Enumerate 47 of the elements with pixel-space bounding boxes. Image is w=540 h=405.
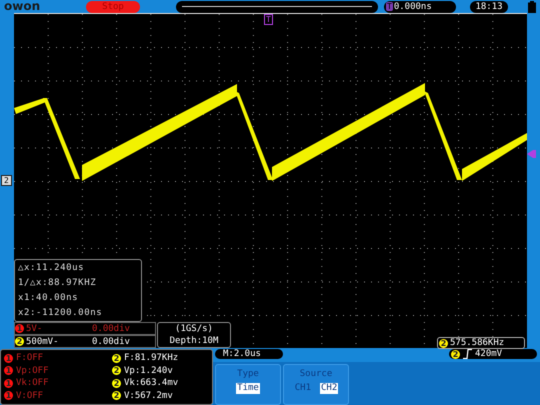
channel-scale: 500mV-: [26, 336, 60, 346]
frequency-value: 575.586KHz: [450, 338, 504, 348]
channel-badge: 2: [439, 338, 448, 348]
channel-badge: 2: [15, 337, 24, 346]
measurement-value: Vp:OFF: [16, 364, 49, 377]
measurement-value: F:81.97KHz: [124, 352, 178, 364]
cursor-readout: △x:11.240us: [18, 262, 86, 274]
measurement-value: Vk:OFF: [16, 377, 49, 390]
trigger-level: 420mV: [475, 349, 502, 359]
cursor-readout: 1/△x:88.97KHZ: [18, 276, 98, 289]
channel-badge: 1: [4, 391, 13, 400]
menu-option[interactable]: CH2: [320, 383, 338, 394]
run-state-badge: Stop: [86, 0, 140, 12]
measurement-value: V:567.2mv: [124, 390, 173, 402]
trigger-point-marker: T: [264, 14, 273, 25]
channel-badge: 2: [112, 366, 121, 376]
rising-edge-icon: [463, 349, 472, 359]
channel-badge: 1: [15, 324, 24, 333]
measurement-value: V:OFF: [16, 390, 44, 402]
channel-badge: 1: [4, 354, 13, 363]
ground-marker: 2: [1, 175, 12, 186]
memory-depth: Depth:10M: [170, 335, 218, 347]
channel-offset: 0.00div: [92, 336, 130, 346]
sample-rate: (1GS/s): [175, 323, 213, 335]
channel-scale: 5V-: [26, 324, 44, 334]
trigger-time: 0.000ns: [394, 0, 432, 12]
menu-title: Source: [300, 368, 332, 380]
logo: owon: [3, 0, 42, 13]
timebase-pill: M:2.0us: [215, 349, 283, 359]
measurement-value: Vp:1.240v: [124, 364, 173, 377]
measurement-value: Vk:663.4mv: [124, 377, 178, 390]
menu-title: Type: [237, 368, 259, 380]
channel-badge: 2: [112, 378, 121, 388]
channel-badge: 2: [451, 350, 460, 358]
channel-badge: 2: [112, 391, 121, 400]
channel-offset: 0.00div: [92, 324, 130, 334]
cursor-readout: x1:40.00ns: [18, 292, 80, 304]
cursor-readout: x2:-11200.00ns: [18, 307, 104, 320]
clock: 18:13: [470, 0, 508, 12]
battery-icon: [528, 0, 536, 12]
channel-badge: 1: [4, 366, 13, 376]
measurement-value: F:OFF: [16, 352, 44, 364]
trigger-level-marker-icon: [527, 150, 536, 158]
trigger-marker: T: [386, 2, 393, 11]
channel-badge: 1: [4, 378, 13, 388]
channel-badge: 2: [112, 354, 121, 363]
menu-option[interactable]: Time: [236, 383, 260, 394]
